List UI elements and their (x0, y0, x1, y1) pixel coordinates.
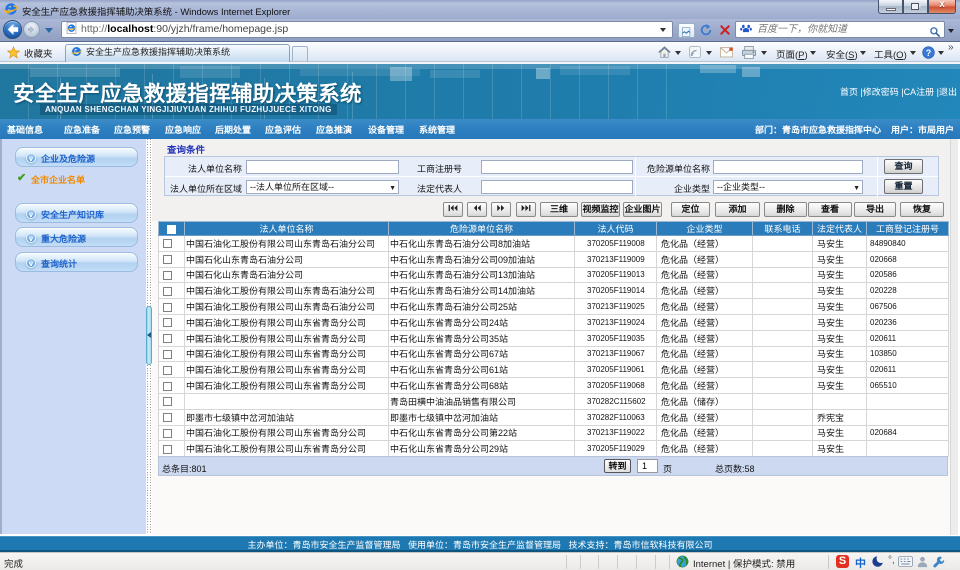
svg-text:?: ? (926, 48, 931, 58)
